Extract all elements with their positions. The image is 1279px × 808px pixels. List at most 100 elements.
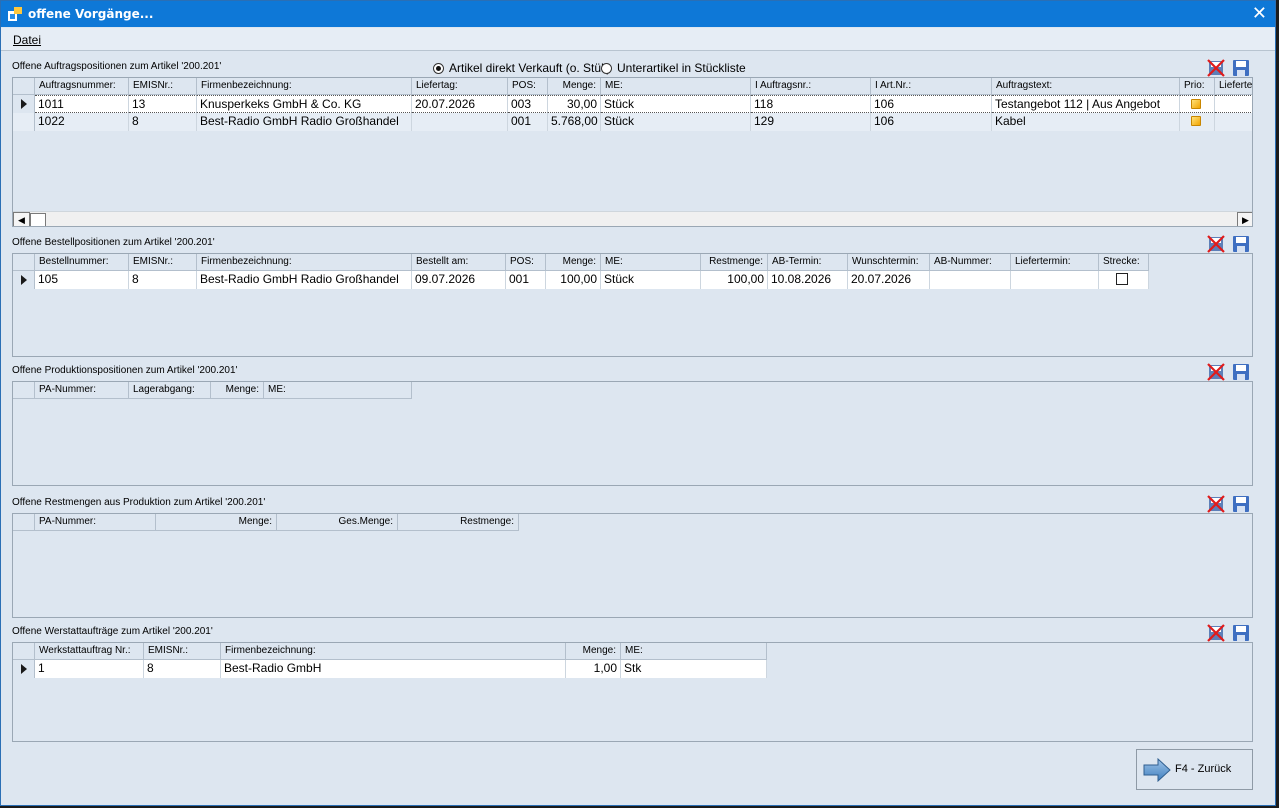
col-me[interactable]: ME: bbox=[264, 382, 412, 398]
col-i-artnr[interactable]: I Art.Nr.: bbox=[871, 78, 992, 94]
table-row[interactable]: 105 8 Best-Radio GmbH Radio Großhandel 0… bbox=[13, 271, 1149, 289]
cell-emisnr[interactable]: 8 bbox=[129, 113, 197, 131]
cell-i-artnr[interactable]: 106 bbox=[871, 95, 992, 113]
cell-auftragsnummer[interactable]: 1011 bbox=[35, 95, 129, 113]
save-icon[interactable] bbox=[1232, 624, 1250, 642]
cell-emisnr[interactable]: 8 bbox=[144, 660, 221, 678]
col-menge[interactable]: Menge: bbox=[211, 382, 264, 398]
col-menge[interactable]: Menge: bbox=[156, 514, 277, 530]
col-menge[interactable]: Menge: bbox=[546, 254, 601, 270]
cell-liefertag[interactable] bbox=[412, 113, 508, 131]
cell-ab-nummer[interactable] bbox=[930, 271, 1011, 289]
col-lieferte[interactable]: Lieferte bbox=[1215, 78, 1252, 94]
col-strecke[interactable]: Strecke: bbox=[1099, 254, 1149, 270]
col-me[interactable]: ME: bbox=[601, 254, 701, 270]
cell-werkstattauftrag-nr[interactable]: 1 bbox=[35, 660, 144, 678]
cell-me[interactable]: Stk bbox=[621, 660, 767, 678]
cell-liefertag[interactable]: 20.07.2026 bbox=[412, 95, 508, 113]
delete-icon[interactable] bbox=[1207, 235, 1225, 253]
col-ab-nummer[interactable]: AB-Nummer: bbox=[930, 254, 1011, 270]
cell-bestellt-am[interactable]: 09.07.2026 bbox=[412, 271, 506, 289]
col-firmenbezeichnung[interactable]: Firmenbezeichnung: bbox=[221, 643, 566, 659]
delete-icon[interactable] bbox=[1207, 624, 1225, 642]
cell-auftragsnummer[interactable]: 1022 bbox=[35, 113, 129, 131]
col-restmenge[interactable]: Restmenge: bbox=[398, 514, 519, 530]
cell-bestellnummer[interactable]: 105 bbox=[35, 271, 129, 289]
cell-emisnr[interactable]: 8 bbox=[129, 271, 197, 289]
col-auftragsnummer[interactable]: Auftragsnummer: bbox=[35, 78, 129, 94]
cell-firmenbezeichnung[interactable]: Best-Radio GmbH Radio Großhandel bbox=[197, 271, 412, 289]
table-row[interactable]: 1011 13 Knusperkeks GmbH & Co. KG 20.07.… bbox=[13, 95, 1252, 113]
col-auftragstext[interactable]: Auftragstext: bbox=[992, 78, 1180, 94]
cell-firmenbezeichnung[interactable]: Best-Radio GmbH Radio Großhandel bbox=[197, 113, 412, 131]
col-firmenbezeichnung[interactable]: Firmenbezeichnung: bbox=[197, 254, 412, 270]
cell-ab-termin[interactable]: 10.08.2026 bbox=[768, 271, 848, 289]
cell-prio[interactable] bbox=[1180, 113, 1215, 131]
cell-auftragstext[interactable]: Testangebot 112 | Aus Angebot bbox=[992, 95, 1180, 113]
cell-i-artnr[interactable]: 106 bbox=[871, 113, 992, 131]
col-bestellnummer[interactable]: Bestellnummer: bbox=[35, 254, 129, 270]
col-liefertermin[interactable]: Liefertermin: bbox=[1011, 254, 1099, 270]
col-me[interactable]: ME: bbox=[621, 643, 767, 659]
cell-auftragstext[interactable]: Kabel bbox=[992, 113, 1180, 131]
cell-firmenbezeichnung[interactable]: Knusperkeks GmbH & Co. KG bbox=[197, 95, 412, 113]
cell-pos[interactable]: 003 bbox=[508, 95, 548, 113]
save-icon[interactable] bbox=[1232, 363, 1250, 381]
col-pa-nummer[interactable]: PA-Nummer: bbox=[35, 382, 129, 398]
cell-lieferte[interactable] bbox=[1215, 95, 1252, 113]
cell-wunschtermin[interactable]: 20.07.2026 bbox=[848, 271, 930, 289]
col-wunschtermin[interactable]: Wunschtermin: bbox=[848, 254, 930, 270]
radio-direkt-verkauft[interactable]: Artikel direkt Verkauft (o. Stüli) bbox=[433, 61, 610, 75]
delete-icon[interactable] bbox=[1207, 59, 1225, 77]
col-pa-nummer[interactable]: PA-Nummer: bbox=[35, 514, 156, 530]
delete-icon[interactable] bbox=[1207, 495, 1225, 513]
cell-me[interactable]: Stück bbox=[601, 95, 751, 113]
col-pos[interactable]: POS: bbox=[508, 78, 548, 94]
col-bestellt-am[interactable]: Bestellt am: bbox=[412, 254, 506, 270]
cell-prio[interactable] bbox=[1180, 95, 1215, 113]
cell-menge[interactable]: 1,00 bbox=[566, 660, 621, 678]
close-icon[interactable]: ✕ bbox=[1252, 3, 1267, 23]
horizontal-scrollbar[interactable]: ◀ ▶ bbox=[13, 211, 1252, 226]
col-lagerabgang[interactable]: Lagerabgang: bbox=[129, 382, 211, 398]
cell-pos[interactable]: 001 bbox=[508, 113, 548, 131]
cell-menge[interactable]: 30,00 bbox=[548, 95, 601, 113]
cell-lieferte[interactable] bbox=[1215, 113, 1252, 131]
col-emisnr[interactable]: EMISNr.: bbox=[144, 643, 221, 659]
cell-liefertermin[interactable] bbox=[1011, 271, 1099, 289]
col-i-auftragsnr[interactable]: I Auftragsnr.: bbox=[751, 78, 871, 94]
cell-strecke[interactable] bbox=[1099, 271, 1149, 289]
scroll-thumb[interactable] bbox=[30, 213, 46, 226]
cell-i-auftragsnr[interactable]: 129 bbox=[751, 113, 871, 131]
col-menge[interactable]: Menge: bbox=[566, 643, 621, 659]
save-icon[interactable] bbox=[1232, 235, 1250, 253]
cell-pos[interactable]: 001 bbox=[506, 271, 546, 289]
save-icon[interactable] bbox=[1232, 59, 1250, 77]
col-ges-menge[interactable]: Ges.Menge: bbox=[277, 514, 398, 530]
table-row[interactable]: 1 8 Best-Radio GmbH 1,00 Stk bbox=[13, 660, 767, 678]
strecke-checkbox[interactable] bbox=[1116, 273, 1128, 285]
col-emisnr[interactable]: EMISNr.: bbox=[129, 78, 197, 94]
menu-datei[interactable]: Datei bbox=[13, 33, 41, 47]
col-pos[interactable]: POS: bbox=[506, 254, 546, 270]
cell-emisnr[interactable]: 13 bbox=[129, 95, 197, 113]
scroll-right-icon[interactable]: ▶ bbox=[1237, 212, 1252, 226]
col-me[interactable]: ME: bbox=[601, 78, 751, 94]
radio-unterartikel[interactable]: Unterartikel in Stückliste bbox=[601, 61, 746, 75]
col-firmenbezeichnung[interactable]: Firmenbezeichnung: bbox=[197, 78, 412, 94]
col-werkstattauftrag-nr[interactable]: Werkstattauftrag Nr.: bbox=[35, 643, 144, 659]
save-icon[interactable] bbox=[1232, 495, 1250, 513]
col-menge[interactable]: Menge: bbox=[548, 78, 601, 94]
table-row[interactable]: 1022 8 Best-Radio GmbH Radio Großhandel … bbox=[13, 113, 1252, 131]
col-prio[interactable]: Prio: bbox=[1180, 78, 1215, 94]
col-ab-termin[interactable]: AB-Termin: bbox=[768, 254, 848, 270]
col-liefertag[interactable]: Liefertag: bbox=[412, 78, 508, 94]
delete-icon[interactable] bbox=[1207, 363, 1225, 381]
scroll-left-icon[interactable]: ◀ bbox=[13, 212, 30, 226]
col-emisnr[interactable]: EMISNr.: bbox=[129, 254, 197, 270]
back-button[interactable]: F4 - Zurück bbox=[1136, 749, 1253, 790]
col-restmenge[interactable]: Restmenge: bbox=[701, 254, 768, 270]
cell-me[interactable]: Stück bbox=[601, 113, 751, 131]
cell-menge[interactable]: 100,00 bbox=[546, 271, 601, 289]
cell-me[interactable]: Stück bbox=[601, 271, 701, 289]
